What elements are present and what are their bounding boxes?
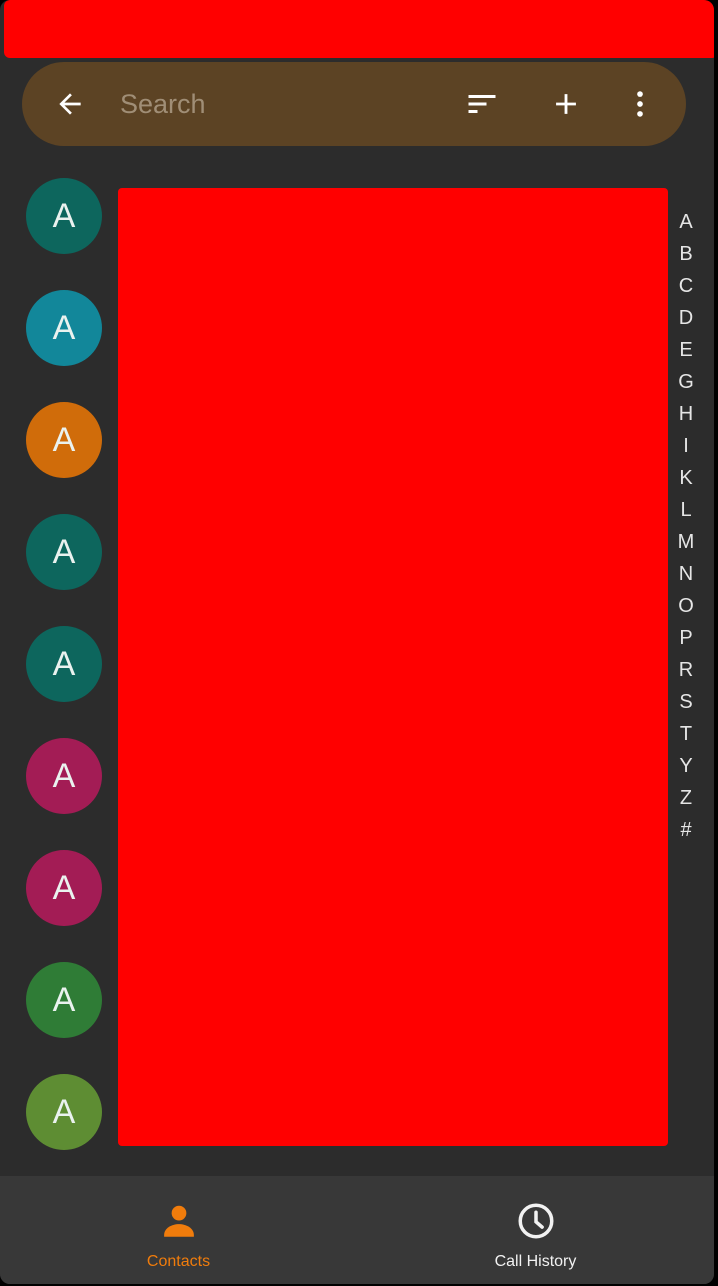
add-contact-button[interactable] (536, 74, 596, 134)
avatar: A (26, 178, 102, 254)
sort-icon (468, 95, 496, 113)
tab-call-history-label: Call History (494, 1253, 577, 1270)
avatar: A (26, 738, 102, 814)
search-input[interactable] (120, 82, 440, 126)
alphabet-index-letter[interactable]: O (670, 590, 702, 622)
more-vertical-icon (637, 91, 643, 117)
back-button[interactable] (40, 74, 100, 134)
alphabet-index-letter[interactable]: H (670, 398, 702, 430)
alphabet-index-letter[interactable]: C (670, 270, 702, 302)
bottom-navigation: Contacts Call History (0, 1176, 714, 1284)
alphabet-index-letter[interactable]: M (670, 526, 702, 558)
avatar: A (26, 514, 102, 590)
app-screen: AAAAAAAAA ABCDEGHIKLMNOPRSTYZ# Contacts … (0, 0, 714, 1284)
arrow-left-icon (59, 93, 81, 115)
alphabet-index-letter[interactable]: N (670, 558, 702, 590)
avatar: A (26, 1074, 102, 1150)
alphabet-index-letter[interactable]: B (670, 238, 702, 270)
alphabet-index-letter[interactable]: A (670, 206, 702, 238)
alphabet-index-letter[interactable]: # (670, 814, 702, 846)
alphabet-index-letter[interactable]: G (670, 366, 702, 398)
alphabet-index-letter[interactable]: R (670, 654, 702, 686)
alphabet-index-letter[interactable]: Y (670, 750, 702, 782)
alphabet-index-letter[interactable]: S (670, 686, 702, 718)
alphabet-index-letter[interactable]: L (670, 494, 702, 526)
tab-contacts-label: Contacts (146, 1253, 211, 1270)
avatar: A (26, 962, 102, 1038)
tab-call-history[interactable]: Call History (357, 1176, 714, 1284)
alphabet-index-letter[interactable]: E (670, 334, 702, 366)
alphabet-index-letter[interactable]: I (670, 430, 702, 462)
sort-button[interactable] (452, 74, 512, 134)
status-bar-redacted (4, 0, 714, 58)
avatar: A (26, 850, 102, 926)
search-bar (22, 62, 686, 146)
alphabet-index-letter[interactable]: T (670, 718, 702, 750)
person-icon (163, 1205, 194, 1237)
alphabet-index-letter[interactable]: D (670, 302, 702, 334)
avatar: A (26, 402, 102, 478)
alphabet-index-letter[interactable]: K (670, 462, 702, 494)
avatar: A (26, 626, 102, 702)
alphabet-index: A B C D E G H I K L M N O P R S T Y Z # (670, 206, 702, 846)
plus-icon (556, 94, 576, 114)
alphabet-index-letter[interactable]: P (670, 622, 702, 654)
tab-contacts[interactable]: Contacts (0, 1176, 357, 1284)
clock-icon (518, 1203, 553, 1239)
avatar: A (26, 290, 102, 366)
more-options-button[interactable] (610, 74, 670, 134)
contact-names-redacted (118, 188, 668, 1146)
alphabet-index-letter[interactable]: Z (670, 782, 702, 814)
